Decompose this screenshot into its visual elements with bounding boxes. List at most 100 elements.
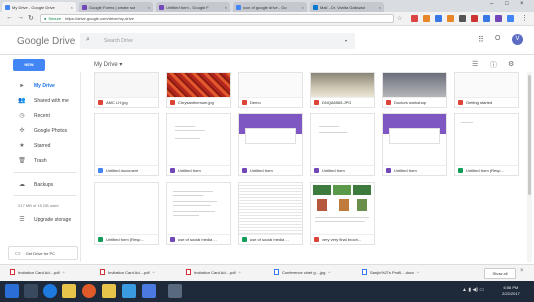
file-card[interactable]: very very final broch... [310,182,375,245]
search-input[interactable]: ⌕ Search Drive ▾ [80,33,355,49]
download-item[interactable]: Invitation Card Ad....pdf ^ [10,269,64,275]
firefox-taskbar-icon[interactable] [82,284,96,298]
tab-close-icon[interactable]: × [302,5,304,10]
new-button[interactable]: NEW [13,59,45,71]
get-drive-for-pc-button[interactable]: ▭ Get Drive for PC [8,246,78,260]
app-taskbar-icon[interactable] [168,284,182,298]
file-card[interactable]: use of social media ... [166,182,231,245]
folder-taskbar-icon[interactable] [62,284,76,298]
extension-icon[interactable] [459,15,466,22]
info-icon[interactable]: ⓘ [490,60,497,70]
url-text[interactable]: https://drive.google.com/drive/my-drive [65,16,134,21]
folder-taskbar-icon[interactable] [102,284,116,298]
browser-tab[interactable]: Google Forms | create sur × [79,2,153,12]
file-card[interactable]: Untitled form [382,113,447,176]
brochure-thumbnail [311,183,374,235]
extension-icon[interactable] [435,15,442,22]
browser-tab[interactable]: Mail - Dr. Vanita Gaikwad × [310,2,384,12]
file-card[interactable]: use of social media ... [238,182,303,245]
file-card[interactable]: AMC LH.jpg [94,72,159,108]
notifications-icon[interactable]: O [495,35,500,42]
extension-icon[interactable] [495,15,502,22]
sidebar-item-recent[interactable]: ◷ Recent [18,112,49,120]
extension-icon[interactable] [483,15,490,22]
file-card[interactable]: Getting started [454,72,519,108]
extension-icon[interactable] [447,15,454,22]
google-drive-logo[interactable]: Google Drive [17,36,75,47]
download-menu-caret-icon[interactable]: ^ [153,270,155,275]
chrome-menu-icon[interactable]: ⋮ [521,14,528,22]
download-file-name: Invitation Card Ad....pdf [18,269,60,275]
system-tray-icons[interactable]: ▲ ▮ ◀) ▭ [462,287,484,293]
file-card[interactable]: Untitled form [238,113,303,176]
download-file-name: Invitation Card Ad....pdf [194,269,236,275]
search-options-dropdown-icon[interactable]: ▾ [345,38,347,43]
form-thumbnail [239,114,302,166]
taskbar-clock[interactable]: 6:56 PM 2/22/2017 [502,285,520,297]
download-menu-caret-icon[interactable]: ^ [239,270,241,275]
avatar[interactable]: V [512,34,523,45]
extension-icon[interactable] [471,15,478,22]
close-downloads-bar-icon[interactable]: × [520,268,524,274]
browser-tab[interactable]: My Drive - Google Drive × [2,2,76,12]
file-card[interactable]: Untitled form [166,113,231,176]
bookmark-star-icon[interactable]: ☆ [397,15,402,22]
photos-taskbar-icon[interactable] [122,284,136,298]
download-menu-caret-icon[interactable]: ^ [63,270,65,275]
sidebar-item-label: Shared with me [34,97,69,104]
internet-explorer-taskbar-icon[interactable] [43,284,57,298]
extension-icon[interactable] [411,15,418,22]
file-explorer-taskbar-icon[interactable] [24,284,38,298]
file-card[interactable]: Untitled document [94,113,159,176]
file-card[interactable]: Untitled form (Resp... [94,182,159,245]
back-arrow-icon[interactable]: ← [6,14,13,21]
search-icon[interactable]: ⌕ [86,36,90,44]
breadcrumb[interactable]: My Drive ▾ [94,61,122,68]
settings-gear-icon[interactable]: ⚙ [508,60,514,68]
file-card[interactable]: DNQA6565.JPG [310,72,375,108]
minimize-window-icon[interactable]: – [490,1,493,7]
download-item[interactable]: Invitation Card Ad....pdf ^ [186,269,240,275]
address-bar[interactable]: ● Secure https://drive.google.com/drive/… [40,14,394,23]
reload-icon[interactable]: ↻ [28,14,34,22]
file-card[interactable]: Doctors workshop [382,72,447,108]
close-window-icon[interactable]: × [520,1,524,7]
extension-icon[interactable] [507,15,514,22]
file-name: Untitled form [322,168,345,173]
browser-tab[interactable]: Untitled form - Google F × [156,2,230,12]
tab-close-icon[interactable]: × [225,5,227,10]
maximize-window-icon[interactable]: □ [505,1,509,7]
forward-arrow-icon[interactable]: → [17,14,24,21]
browser-tab[interactable]: icon of google drive - Go × [233,2,307,12]
apps-grid-icon[interactable]: ⠿ [478,35,484,44]
sidebar-item-shared[interactable]: 👥 Shared with me [18,97,69,105]
download-item[interactable]: Invitation Card Ad....pdf ^ [100,269,154,275]
sidebar-item-photos[interactable]: ✣ Google Photos [18,127,67,135]
sidebar-item-trash[interactable]: 🗑 Trash [18,157,46,165]
image-file-icon [98,100,103,105]
file-card[interactable]: Untitled form [310,113,375,176]
tab-close-icon[interactable]: × [148,5,150,10]
file-card[interactable]: Untitled form (Resp... [454,113,519,176]
sidebar-item-label: My Drive [34,82,55,89]
sidebar-item-my-drive[interactable]: ▸ My Drive [18,82,55,90]
file-card[interactable]: Demo [238,72,303,108]
tab-close-icon[interactable]: × [379,5,381,10]
tab-close-icon[interactable]: × [71,5,73,10]
sidebar-item-starred[interactable]: ★ Starred [18,142,50,150]
download-item[interactable]: Sanjiv%27s Profil....docx ^ [362,269,419,275]
form-thumbnail [167,183,230,235]
pdf-file-icon [10,269,15,275]
download-menu-caret-icon[interactable]: ^ [417,270,419,275]
upgrade-storage-link[interactable]: ☰ Upgrade storage [18,216,71,224]
word-taskbar-icon[interactable] [142,284,156,298]
windows-start-icon[interactable] [5,284,19,298]
download-item[interactable]: Conference chief g....jpg ^ [274,269,330,275]
sidebar-item-backups[interactable]: ☁ Backups [18,181,53,189]
show-all-downloads-button[interactable]: Show all [484,268,516,279]
list-view-icon[interactable]: ☰ [472,60,478,68]
download-menu-caret-icon[interactable]: ^ [328,270,330,275]
extension-icon[interactable] [423,15,430,22]
scrollbar-thumb[interactable] [528,75,531,195]
file-card[interactable]: Chrysanthemum.jpg [166,72,231,108]
